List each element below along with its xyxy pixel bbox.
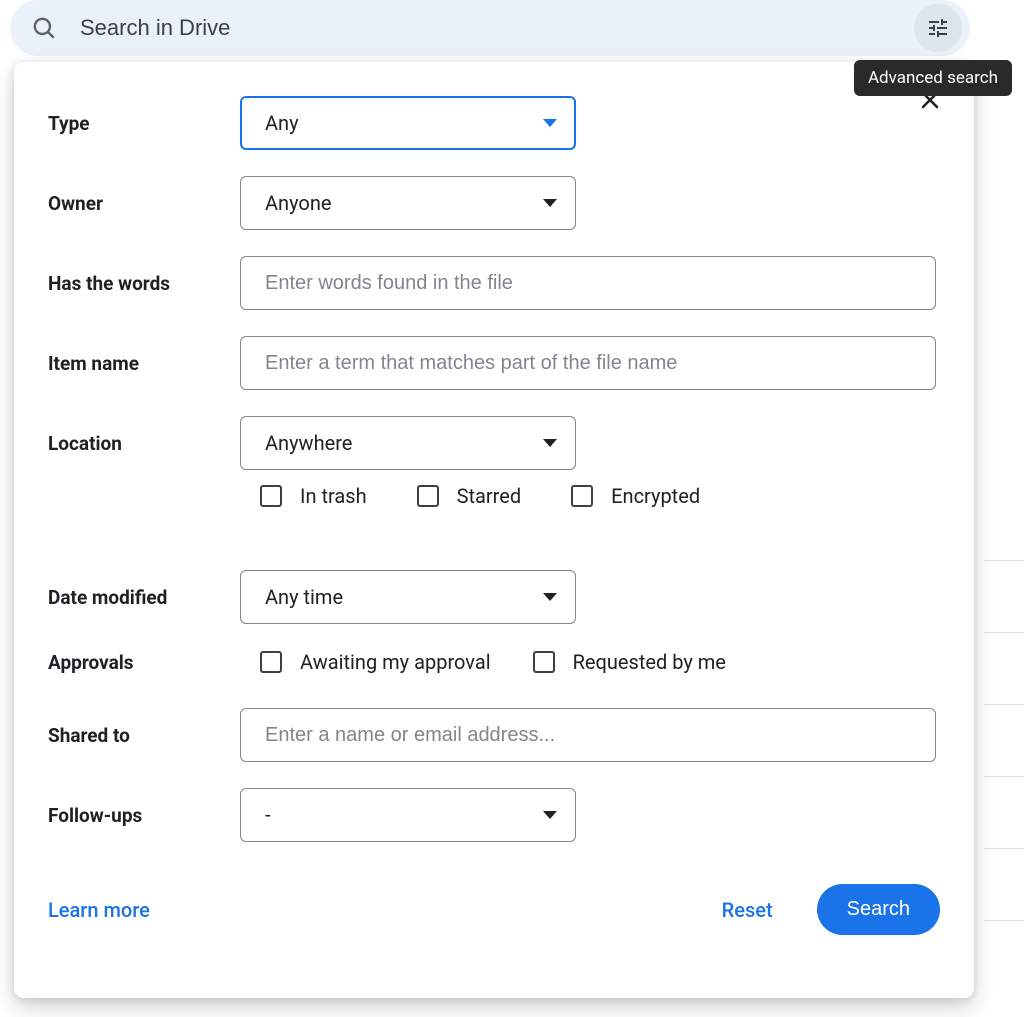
row-shared-to: Shared to xyxy=(48,708,940,762)
checkbox-label-in-trash: In trash xyxy=(300,484,367,508)
row-approvals: Approvals Awaiting my approval Requested… xyxy=(48,650,940,674)
dropdown-follow-ups[interactable]: - xyxy=(240,788,576,842)
panel-footer: Learn more Reset Search xyxy=(48,884,940,935)
label-type: Type xyxy=(48,112,240,135)
dropdown-owner[interactable]: Anyone xyxy=(240,176,576,230)
label-owner: Owner xyxy=(48,192,240,215)
chevron-down-icon xyxy=(543,811,557,819)
search-input[interactable] xyxy=(60,15,914,41)
row-item-name: Item name xyxy=(48,336,940,390)
chevron-down-icon xyxy=(543,119,557,127)
dropdown-location[interactable]: Anywhere xyxy=(240,416,576,470)
checkbox-label-requested: Requested by me xyxy=(573,650,726,674)
dropdown-type-value: Any xyxy=(265,111,299,135)
checkbox-in-trash[interactable]: In trash xyxy=(260,484,367,508)
label-item-name: Item name xyxy=(48,352,240,375)
label-date-modified: Date modified xyxy=(48,586,240,609)
background-list-dividers xyxy=(984,560,1024,992)
checkbox-icon xyxy=(533,651,555,673)
row-location-checks: In trash Starred Encrypted xyxy=(48,470,940,538)
dropdown-date-modified[interactable]: Any time xyxy=(240,570,576,624)
checkbox-icon xyxy=(417,485,439,507)
dropdown-location-value: Anywhere xyxy=(265,431,352,455)
input-shared-to[interactable] xyxy=(240,708,936,762)
label-location: Location xyxy=(48,432,240,455)
row-owner: Owner Anyone xyxy=(48,176,940,230)
checkbox-label-encrypted: Encrypted xyxy=(611,484,700,508)
checkbox-starred[interactable]: Starred xyxy=(417,484,522,508)
reset-button[interactable]: Reset xyxy=(708,888,787,932)
row-date-modified: Date modified Any time xyxy=(48,570,940,624)
checkbox-encrypted[interactable]: Encrypted xyxy=(571,484,700,508)
advanced-search-panel: Type Any Owner Anyone Has the words Item… xyxy=(14,62,974,998)
search-icon[interactable] xyxy=(28,12,60,44)
row-location: Location Anywhere xyxy=(48,416,940,470)
dropdown-date-modified-value: Any time xyxy=(265,585,343,609)
row-type: Type Any xyxy=(48,96,940,150)
checkbox-icon xyxy=(260,485,282,507)
search-button[interactable]: Search xyxy=(817,884,940,935)
chevron-down-icon xyxy=(543,199,557,207)
input-has-words[interactable] xyxy=(240,256,936,310)
dropdown-owner-value: Anyone xyxy=(265,191,331,215)
checkbox-label-starred: Starred xyxy=(457,484,522,508)
label-approvals: Approvals xyxy=(48,651,240,674)
row-has-words: Has the words xyxy=(48,256,940,310)
label-shared-to: Shared to xyxy=(48,724,240,747)
chevron-down-icon xyxy=(543,439,557,447)
advanced-search-button[interactable] xyxy=(914,4,962,52)
checkbox-awaiting-approval[interactable]: Awaiting my approval xyxy=(260,650,491,674)
dropdown-type[interactable]: Any xyxy=(240,96,576,150)
chevron-down-icon xyxy=(543,593,557,601)
checkbox-label-awaiting: Awaiting my approval xyxy=(300,650,491,674)
label-has-words: Has the words xyxy=(48,272,240,295)
checkbox-icon xyxy=(260,651,282,673)
learn-more-link[interactable]: Learn more xyxy=(48,898,150,922)
label-follow-ups: Follow-ups xyxy=(48,804,240,827)
dropdown-follow-ups-value: - xyxy=(265,803,271,827)
checkbox-requested-by-me[interactable]: Requested by me xyxy=(533,650,726,674)
search-bar xyxy=(10,0,970,56)
tooltip-advanced-search: Advanced search xyxy=(854,60,1012,96)
row-follow-ups: Follow-ups - xyxy=(48,788,940,842)
input-item-name[interactable] xyxy=(240,336,936,390)
checkbox-icon xyxy=(571,485,593,507)
tune-icon xyxy=(926,16,950,40)
